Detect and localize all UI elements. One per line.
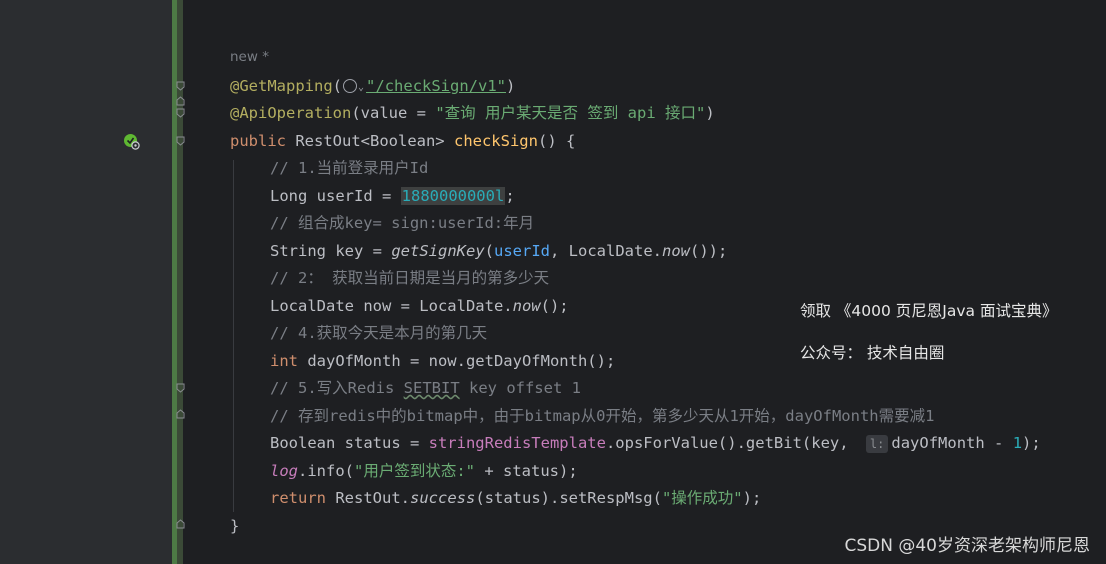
- editor-gutter: [0, 0, 172, 564]
- comment: key offset 1: [459, 379, 581, 397]
- code-line-11[interactable]: int dayOfMonth = now.getDayOfMonth();: [230, 349, 615, 373]
- number-literal: 1880000000l: [400, 187, 506, 205]
- argument: dayOfMonth -: [891, 434, 1013, 452]
- punct: ();: [540, 297, 569, 315]
- paren: (: [332, 77, 342, 95]
- promo-text: 领取 《4000 页尼恩Java 面试宝典》: [800, 302, 1058, 320]
- keyword: int: [270, 352, 298, 370]
- punct: + status);: [475, 462, 578, 480]
- method-chain: .opsForValue().getBit(key,: [605, 434, 858, 452]
- url-string[interactable]: "/checkSign/v1": [366, 77, 506, 95]
- annotation: @GetMapping: [230, 77, 333, 95]
- globe-icon[interactable]: [343, 79, 357, 93]
- method-call: now: [661, 242, 690, 260]
- fold-marker-icon[interactable]: [176, 81, 185, 91]
- code-line-14[interactable]: Boolean status = stringRedisTemplate.ops…: [230, 431, 1041, 455]
- code-line-2[interactable]: @ApiOperation(value = "查询 用户某天是否 签到 api …: [230, 101, 715, 125]
- string-literal: "操作成功": [661, 489, 743, 507]
- return-type: RestOut<Boolean>: [286, 132, 454, 150]
- chevron-down-icon[interactable]: ⌄: [358, 76, 364, 100]
- comment-typo: SETBIT: [403, 379, 460, 397]
- field: stringRedisTemplate: [428, 434, 606, 452]
- comment: // 2： 获取当前日期是当月的第多少天: [270, 269, 550, 287]
- punct: );: [742, 489, 762, 507]
- paren: ): [506, 77, 516, 95]
- fold-marker-icon[interactable]: [176, 136, 185, 146]
- code-line-16[interactable]: return RestOut.success(status).setRespMs…: [230, 486, 761, 510]
- fold-marker-icon[interactable]: [176, 108, 185, 118]
- code-line-10[interactable]: // 4.获取今天是本月的第几天: [230, 321, 487, 345]
- promo-text: 公众号： 技术自由圈: [800, 344, 945, 362]
- closing-brace: }: [230, 517, 240, 535]
- comment: // 1.当前登录用户Id: [270, 159, 429, 177]
- watermark: CSDN @40岁资深老架构师尼恩: [844, 536, 1090, 556]
- punct: );: [1022, 434, 1041, 452]
- code-line-12[interactable]: // 5.写入Redis SETBIT key offset 1: [230, 376, 581, 400]
- code-line-6[interactable]: // 组合成key= sign:userId:年月: [230, 211, 534, 235]
- method-chain: .info(: [298, 462, 354, 480]
- comment: // 存到redis中的bitmap中，由于bitmap从0开始，第多少天从1开…: [270, 407, 935, 425]
- endpoint-run-icon[interactable]: [123, 133, 140, 150]
- code-line-17[interactable]: }: [230, 514, 239, 538]
- keyword: public: [230, 132, 286, 150]
- code-line-15[interactable]: log.info("用户签到状态:" + status);: [230, 459, 578, 483]
- param: (value =: [351, 104, 436, 122]
- fold-marker-icon[interactable]: [176, 409, 185, 419]
- code-line-1[interactable]: @GetMapping( ⌄ "/checkSign/v1"): [230, 74, 515, 98]
- method-call: success: [410, 489, 476, 507]
- code-line-4[interactable]: // 1.当前登录用户Id: [230, 156, 428, 180]
- declaration: LocalDate now = LocalDate.: [270, 297, 513, 315]
- comment: // 5.写入Redis: [270, 379, 404, 397]
- code-line-5[interactable]: Long userId = 1880000000l;: [230, 184, 515, 208]
- declaration: Long userId =: [270, 187, 401, 205]
- logger: log: [270, 462, 298, 480]
- method-name: checkSign: [453, 132, 538, 150]
- code-line-8[interactable]: // 2： 获取当前日期是当月的第多少天: [230, 266, 549, 290]
- statement: RestOut.: [326, 489, 410, 507]
- string-literal: "查询 用户某天是否 签到 api 接口": [435, 104, 706, 122]
- punct: , LocalDate.: [550, 242, 662, 260]
- method-chain: (status).setRespMsg(: [475, 489, 662, 507]
- keyword: return: [270, 489, 326, 507]
- argument: userId: [494, 242, 550, 260]
- fold-marker-icon[interactable]: [176, 383, 185, 393]
- annotation: @ApiOperation: [230, 104, 352, 122]
- usage-hint: new *: [230, 49, 269, 65]
- code-line-13[interactable]: // 存到redis中的bitmap中，由于bitmap从0开始，第多少天从1开…: [230, 404, 934, 428]
- paren: (: [484, 242, 494, 260]
- parameter-hint: l:: [865, 435, 889, 453]
- method-call: now: [512, 297, 541, 315]
- fold-marker-icon[interactable]: [176, 519, 185, 529]
- punct: ());: [689, 242, 728, 260]
- string-literal: "用户签到状态:": [354, 462, 475, 480]
- declaration: Boolean status =: [270, 434, 429, 452]
- punct: () {: [537, 132, 576, 150]
- comment: // 组合成key= sign:userId:年月: [270, 214, 535, 232]
- fold-marker-icon[interactable]: [176, 96, 185, 106]
- code-line-9[interactable]: LocalDate now = LocalDate.now();: [230, 294, 569, 318]
- declaration: String key =: [270, 242, 392, 260]
- number-literal: 1: [1012, 434, 1023, 452]
- comment: // 4.获取今天是本月的第几天: [270, 324, 488, 342]
- punct: ;: [505, 187, 515, 205]
- method-call: getSignKey: [391, 242, 485, 260]
- code-line-7[interactable]: String key = getSignKey(userId, LocalDat…: [230, 239, 727, 263]
- code-line-3[interactable]: public RestOut<Boolean> checkSign() {: [230, 129, 575, 153]
- paren: ): [705, 104, 715, 122]
- statement: dayOfMonth = now.getDayOfMonth();: [298, 352, 616, 370]
